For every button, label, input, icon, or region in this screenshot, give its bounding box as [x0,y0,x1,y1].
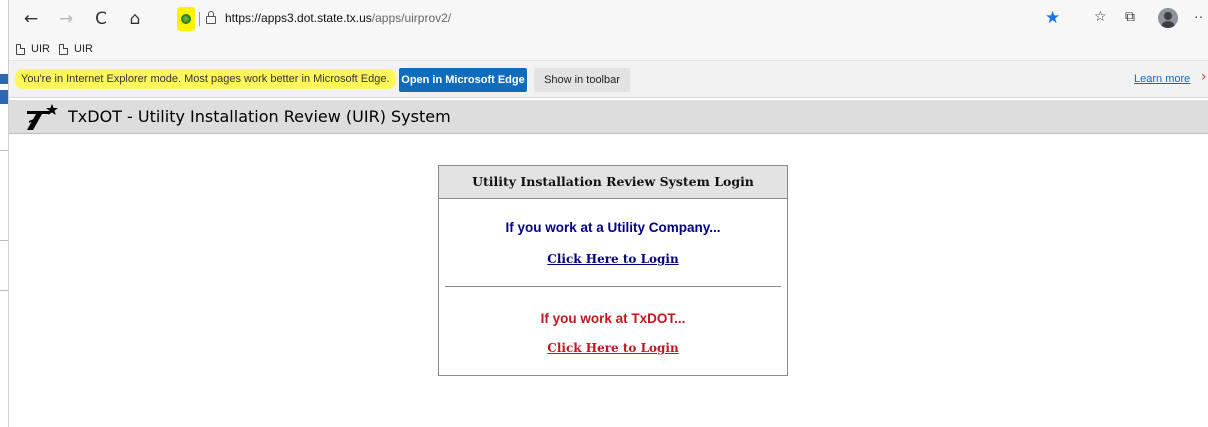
utility-section-title: If you work at a Utility Company... [505,220,721,235]
open-in-edge-button[interactable]: Open in Microsoft Edge [399,68,527,92]
ie-mode-message: You're in Internet Explorer mode. Most p… [15,69,396,89]
login-panel: Utility Installation Review System Login… [438,165,788,376]
collections-icon[interactable]: ⧉ [1125,9,1135,25]
favorite-star-icon[interactable]: ★ [1045,8,1060,28]
ie-mode-infobar: You're in Internet Explorer mode. Most p… [9,60,1208,98]
close-infobar-icon[interactable]: › [1201,69,1207,85]
favorite-item[interactable]: UIR [16,40,50,58]
login-heading: Utility Installation Review System Login [439,166,787,199]
strip-fragment [0,290,8,291]
page-title: TxDOT - Utility Installation Review (UIR… [68,107,451,126]
learn-more-link[interactable]: Learn more [1134,73,1190,85]
strip-fragment [0,240,8,241]
favorites-icon[interactable]: ☆ [1094,9,1107,25]
background-window-strip [0,0,9,427]
url-host: https://apps3.dot.state.tx.us [225,11,372,25]
txdot-section-title: If you work at TxDOT... [540,311,686,326]
browser-toolbar: ← → C ⌂ https://apps3.dot.state.tx.us/ap… [9,0,1208,38]
strip-fragment [0,150,8,151]
favorite-item[interactable]: UIR [59,40,93,58]
back-button[interactable]: ← [20,8,42,30]
page-icon [16,43,25,55]
page-header: TxDOT - Utility Installation Review (UIR… [9,100,1208,134]
strip-fragment [0,90,8,104]
section-divider [445,286,781,287]
lock-icon[interactable] [206,11,216,24]
txdot-login-link[interactable]: Click Here to Login [439,341,787,355]
page-icon [59,43,68,55]
strip-fragment [0,74,8,84]
address-separator [199,12,200,26]
favorite-label: UIR [31,43,50,55]
ie-mode-icon[interactable] [177,7,195,31]
favorites-bar: UIR UIR [9,38,1208,60]
forward-button[interactable]: → [55,8,77,30]
profile-avatar[interactable] [1158,8,1178,28]
url-path: /apps/uirprov2/ [371,11,452,25]
more-icon[interactable]: ·· [1194,8,1203,24]
txdot-logo [27,104,58,130]
refresh-button[interactable]: C [90,8,112,30]
favorite-label: UIR [74,43,93,55]
address-bar[interactable]: https://apps3.dot.state.tx.us/apps/uirpr… [225,11,451,25]
show-in-toolbar-button[interactable]: Show in toolbar [534,68,630,92]
utility-login-link[interactable]: Click Here to Login [439,252,787,266]
home-button[interactable]: ⌂ [124,8,146,30]
